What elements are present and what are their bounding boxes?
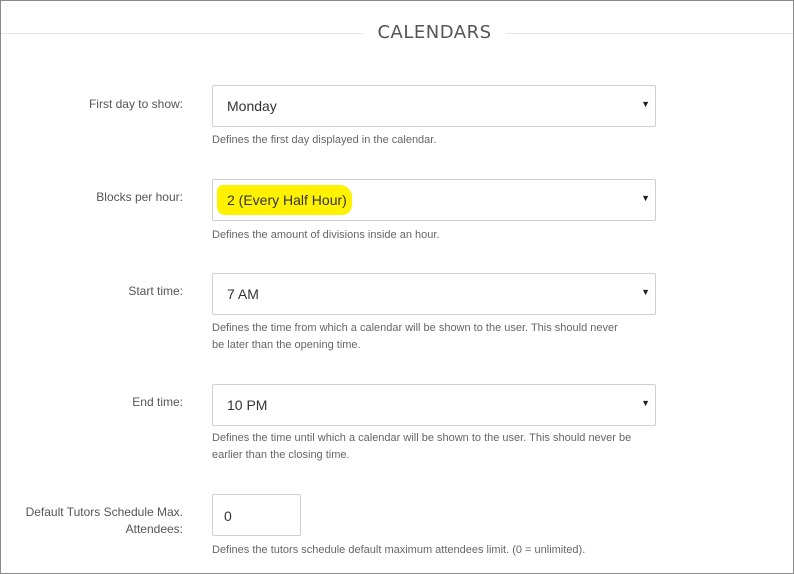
end-time-select[interactable]: 10 PM ▼ xyxy=(212,384,656,426)
blocks-per-hour-value: 2 (Every Half Hour) xyxy=(227,192,347,208)
caret-down-icon: ▼ xyxy=(641,193,650,203)
start-time-label: Start time: xyxy=(128,284,183,298)
max-attendees-label-line1: Default Tutors Schedule Max. xyxy=(25,505,183,519)
max-attendees-help: Defines the tutors schedule default maxi… xyxy=(212,544,586,556)
section-title: CALENDARS xyxy=(377,22,492,43)
caret-down-icon: ▼ xyxy=(641,287,650,297)
max-attendees-label-line2: Attendees: xyxy=(125,522,183,536)
settings-panel: CALENDARS First day to show: Monday ▼ De… xyxy=(0,0,794,574)
start-time-help-line2: be later than the opening time. xyxy=(212,339,361,351)
first-day-label: First day to show: xyxy=(88,97,183,111)
max-attendees-value: 0 xyxy=(224,508,232,524)
caret-down-icon: ▼ xyxy=(641,99,650,109)
max-attendees-label: Default Tutors Schedule Max. Attendees: xyxy=(13,504,183,538)
end-time-value: 10 PM xyxy=(227,397,268,413)
blocks-per-hour-label: Blocks per hour: xyxy=(96,190,183,204)
blocks-per-hour-help: Defines the amount of divisions inside a… xyxy=(212,229,440,241)
end-time-label: End time: xyxy=(132,395,183,409)
max-attendees-input[interactable]: 0 xyxy=(212,494,301,536)
end-time-help-line1: Defines the time until which a calendar … xyxy=(212,432,632,444)
end-time-help-line2: earlier than the closing time. xyxy=(212,449,350,461)
caret-down-icon: ▼ xyxy=(641,398,650,408)
first-day-select[interactable]: Monday ▼ xyxy=(212,85,656,127)
section-divider-left xyxy=(1,33,363,34)
section-divider-right xyxy=(506,33,793,34)
first-day-help: Defines the first day displayed in the c… xyxy=(212,134,437,146)
start-time-select[interactable]: 7 AM ▼ xyxy=(212,273,656,315)
start-time-value: 7 AM xyxy=(227,286,259,302)
first-day-value: Monday xyxy=(227,98,277,114)
blocks-per-hour-select[interactable]: 2 (Every Half Hour) ▼ xyxy=(212,179,656,221)
start-time-help: Defines the time from which a calendar w… xyxy=(212,320,662,354)
end-time-help: Defines the time until which a calendar … xyxy=(212,430,662,464)
start-time-help-line1: Defines the time from which a calendar w… xyxy=(212,322,618,334)
